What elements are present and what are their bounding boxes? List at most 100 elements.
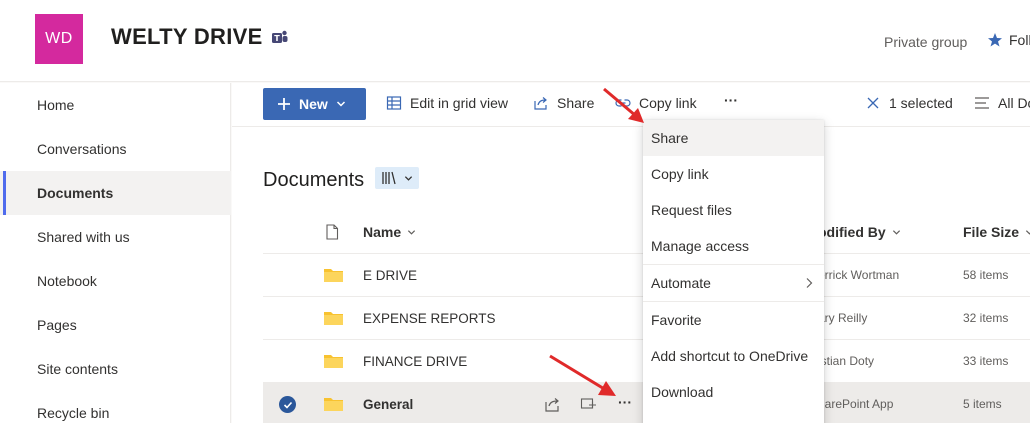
chevron-right-icon bbox=[806, 278, 813, 288]
menu-item-download[interactable]: Download bbox=[643, 374, 824, 410]
row-checkbox-checked[interactable] bbox=[279, 396, 296, 413]
grid-icon bbox=[386, 96, 402, 110]
nav-item-recycle-bin[interactable]: Recycle bin bbox=[0, 391, 231, 423]
folder-icon bbox=[324, 312, 343, 325]
nav-item-label: Notebook bbox=[37, 273, 97, 289]
nav-item-label: Recycle bin bbox=[37, 405, 110, 421]
nav-item-notebook[interactable]: Notebook bbox=[0, 259, 231, 303]
menu-item-label: Favorite bbox=[651, 312, 702, 328]
privacy-label: Private group bbox=[884, 34, 968, 50]
row-name[interactable]: E DRIVE bbox=[363, 268, 417, 283]
chevron-down-icon bbox=[1025, 229, 1030, 235]
left-navigation: Home Conversations Documents Shared with… bbox=[0, 83, 231, 423]
row-modified-by: narePoint App bbox=[818, 397, 894, 411]
command-bar: New Edit in grid view Share Copy link ··… bbox=[232, 83, 1030, 127]
menu-item-add-shortcut[interactable]: Add shortcut to OneDrive bbox=[643, 338, 824, 374]
nav-item-home[interactable]: Home bbox=[0, 83, 231, 127]
row-file-size: 33 items bbox=[963, 354, 1009, 368]
more-icon: ··· bbox=[724, 92, 738, 108]
folder-icon bbox=[324, 398, 343, 411]
nav-item-label: Conversations bbox=[37, 141, 127, 157]
column-header-modified-by[interactable]: odified By bbox=[818, 224, 901, 240]
column-name-label: Name bbox=[363, 224, 402, 240]
library-icon bbox=[382, 171, 396, 185]
menu-item-label: Automate bbox=[651, 275, 711, 291]
row-modified-by: errick Wortman bbox=[818, 268, 900, 282]
nav-item-label: Site contents bbox=[37, 361, 118, 377]
row-name[interactable]: FINANCE DRIVE bbox=[363, 354, 467, 369]
row-copy-link-icon[interactable] bbox=[580, 395, 598, 413]
menu-item-copy-link[interactable]: Copy link bbox=[643, 156, 824, 192]
menu-item-share[interactable]: Share bbox=[643, 120, 824, 156]
list-lines-icon bbox=[975, 97, 989, 109]
new-button[interactable]: New bbox=[263, 88, 366, 120]
plus-icon bbox=[278, 98, 290, 110]
menu-item-label: Request files bbox=[651, 202, 732, 218]
chevron-down-icon bbox=[408, 229, 416, 235]
main-content: New Edit in grid view Share Copy link ··… bbox=[232, 83, 1030, 423]
context-menu: Share Copy link Request files Manage acc… bbox=[643, 120, 824, 423]
menu-item-automate[interactable]: Automate bbox=[643, 265, 824, 301]
nav-item-label: Pages bbox=[37, 317, 77, 333]
teams-icon[interactable]: T bbox=[271, 29, 289, 47]
folder-icon bbox=[324, 269, 343, 282]
edit-grid-label: Edit in grid view bbox=[410, 95, 509, 111]
selected-count: 1 selected bbox=[889, 95, 953, 111]
nav-item-shared-with-us[interactable]: Shared with us bbox=[0, 215, 231, 259]
menu-item-label: Add shortcut to OneDrive bbox=[651, 348, 809, 364]
edit-grid-view-button[interactable]: Edit in grid view bbox=[386, 95, 508, 111]
share-label: Share bbox=[557, 95, 595, 111]
column-file-size-label: File Size bbox=[963, 224, 1020, 240]
view-name: All Do bbox=[998, 95, 1030, 111]
nav-item-label: Documents bbox=[37, 185, 114, 201]
row-name[interactable]: General bbox=[363, 397, 413, 412]
library-title: Documents bbox=[263, 169, 365, 191]
menu-item-label: Manage access bbox=[651, 238, 750, 254]
share-icon bbox=[534, 97, 547, 110]
star-icon bbox=[988, 33, 1002, 47]
row-modified-by: istian Doty bbox=[818, 354, 875, 368]
follow-label: Foll bbox=[1009, 32, 1030, 48]
nav-item-documents[interactable]: Documents bbox=[0, 171, 231, 215]
menu-item-request-files[interactable]: Request files bbox=[643, 192, 824, 228]
view-options-button[interactable]: All Do bbox=[974, 95, 1030, 111]
chevron-down-icon bbox=[892, 229, 900, 235]
site-logo[interactable]: WD bbox=[35, 14, 83, 64]
nav-item-label: Shared with us bbox=[37, 229, 130, 245]
link-icon bbox=[615, 99, 631, 107]
follow-button[interactable]: Foll bbox=[987, 32, 1030, 48]
menu-item-label: Copy link bbox=[651, 166, 709, 182]
row-share-icon[interactable] bbox=[544, 395, 562, 413]
share-button[interactable]: Share bbox=[533, 95, 594, 111]
copy-link-button[interactable]: Copy link bbox=[615, 95, 697, 111]
column-modified-by-label: odified By bbox=[818, 224, 886, 240]
menu-item-favorite[interactable]: Favorite bbox=[643, 302, 824, 338]
site-header: WD WELTY DRIVE T Private group Foll bbox=[0, 0, 1030, 82]
chevron-down-icon bbox=[404, 175, 413, 181]
row-more-button[interactable]: ··· bbox=[618, 394, 632, 410]
library-view-switcher[interactable] bbox=[375, 167, 419, 189]
row-file-size: 32 items bbox=[963, 311, 1009, 325]
column-header-name[interactable]: Name bbox=[363, 224, 416, 240]
chevron-down-icon bbox=[336, 101, 345, 107]
copy-link-label: Copy link bbox=[639, 95, 697, 111]
row-file-size: 5 items bbox=[963, 397, 1002, 411]
nav-item-site-contents[interactable]: Site contents bbox=[0, 347, 231, 391]
column-header-file-size[interactable]: File Size bbox=[963, 224, 1030, 240]
nav-item-label: Home bbox=[37, 97, 75, 113]
site-title[interactable]: WELTY DRIVE bbox=[111, 24, 263, 50]
row-file-size: 58 items bbox=[963, 268, 1009, 282]
file-type-icon[interactable] bbox=[325, 224, 339, 240]
new-label: New bbox=[299, 96, 328, 112]
more-actions-button[interactable]: ··· bbox=[724, 92, 738, 108]
menu-item-label: Share bbox=[651, 130, 689, 146]
checkmark-icon bbox=[283, 401, 292, 409]
close-icon bbox=[867, 97, 879, 109]
svg-text:T: T bbox=[274, 34, 280, 43]
row-name[interactable]: EXPENSE REPORTS bbox=[363, 311, 496, 326]
nav-item-conversations[interactable]: Conversations bbox=[0, 127, 231, 171]
menu-item-manage-access[interactable]: Manage access bbox=[643, 228, 824, 264]
row-modified-by: ary Reilly bbox=[818, 311, 868, 325]
nav-item-pages[interactable]: Pages bbox=[0, 303, 231, 347]
clear-selection-button[interactable]: 1 selected bbox=[865, 95, 953, 111]
